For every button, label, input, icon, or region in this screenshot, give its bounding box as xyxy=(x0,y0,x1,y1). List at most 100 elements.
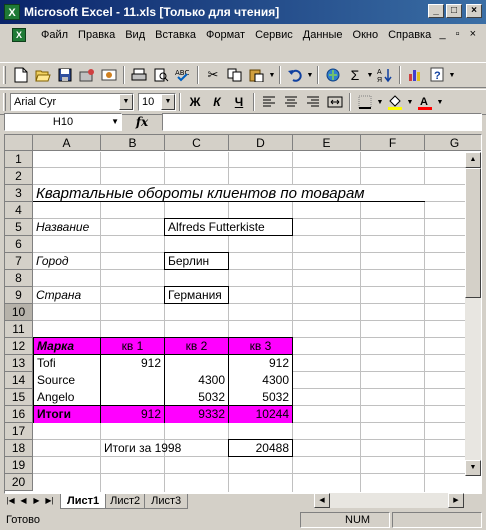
name-value-cell[interactable]: Alfreds Futterkiste xyxy=(164,218,293,236)
save-icon[interactable] xyxy=(54,64,76,86)
totals-label-cell[interactable]: Итоги xyxy=(34,406,100,423)
doc-close-button[interactable]: × xyxy=(470,28,476,40)
help-icon[interactable]: ? xyxy=(426,64,448,86)
row-header-13[interactable]: 13 xyxy=(5,355,33,372)
email-icon[interactable] xyxy=(98,64,120,86)
column-header-d[interactable]: D xyxy=(229,135,293,151)
horizontal-scrollbar[interactable]: ◀ ▶ xyxy=(314,493,464,508)
menu-help[interactable]: Справка xyxy=(383,29,436,41)
table-row[interactable]: Angelo xyxy=(34,389,100,406)
scroll-thumb[interactable] xyxy=(465,168,481,298)
select-all-button[interactable] xyxy=(5,135,33,151)
sheet-tab-2[interactable]: Лист2 xyxy=(103,493,148,509)
table-cell[interactable] xyxy=(101,389,164,406)
name-box[interactable]: H10 ▼ xyxy=(4,113,122,131)
doc-minimize-button[interactable]: _ xyxy=(440,28,446,40)
undo-dropdown-icon[interactable]: ▼ xyxy=(306,72,314,79)
row-header-8[interactable]: 8 xyxy=(5,270,33,287)
print-icon[interactable] xyxy=(128,64,150,86)
row-header-1[interactable]: 1 xyxy=(5,151,33,168)
row-header-7[interactable]: 7 xyxy=(5,253,33,270)
undo-icon[interactable] xyxy=(284,64,306,86)
table-cell[interactable] xyxy=(165,355,228,372)
chart-icon[interactable] xyxy=(404,64,426,86)
maximize-button[interactable]: □ xyxy=(446,4,462,18)
toolbar-grip[interactable] xyxy=(3,93,6,111)
row-header-12[interactable]: 12 xyxy=(5,338,33,355)
prev-sheet-icon[interactable]: ◀ xyxy=(17,494,30,508)
bold-button[interactable]: Ж xyxy=(184,91,206,113)
sheet-tab-1[interactable]: Лист1 xyxy=(60,493,107,509)
totals-q1-cell[interactable]: 912 xyxy=(101,406,164,423)
menu-data[interactable]: Данные xyxy=(298,29,348,41)
autosum-dropdown-icon[interactable]: ▼ xyxy=(366,72,374,79)
table-cell[interactable]: 912 xyxy=(229,355,292,372)
cut-icon[interactable]: ✂ xyxy=(202,64,224,86)
column-header-g[interactable]: G xyxy=(425,135,481,151)
year-total-value-cell[interactable]: 20488 xyxy=(228,439,293,457)
print-preview-icon[interactable] xyxy=(150,64,172,86)
excel-icon[interactable]: X xyxy=(4,4,20,20)
scroll-up-icon[interactable]: ▲ xyxy=(465,152,481,168)
font-name-select[interactable]: Arial Cyr ▼ xyxy=(10,93,134,111)
fill-color-icon[interactable] xyxy=(384,91,406,113)
new-icon[interactable] xyxy=(10,64,32,86)
toolbar-grip[interactable] xyxy=(3,66,6,84)
column-header-b[interactable]: B xyxy=(101,135,165,151)
last-sheet-icon[interactable]: ▶| xyxy=(43,494,56,508)
table-header-q1[interactable]: кв 1 xyxy=(101,338,164,355)
workbook-icon[interactable]: X xyxy=(12,28,26,42)
insert-function-icon[interactable]: fx xyxy=(122,115,162,129)
column-header-c[interactable]: C xyxy=(165,135,229,151)
column-header-e[interactable]: E xyxy=(293,135,361,151)
column-header-f[interactable]: F xyxy=(361,135,425,151)
font-size-select[interactable]: 10 ▼ xyxy=(138,93,176,111)
scroll-right-icon[interactable]: ▶ xyxy=(448,493,464,508)
row-header-18[interactable]: 18 xyxy=(5,440,33,457)
menu-view[interactable]: Вид xyxy=(120,29,150,41)
year-total-label-cell[interactable]: Итоги за 1998 xyxy=(101,440,228,457)
menu-tools[interactable]: Сервис xyxy=(250,29,298,41)
merge-center-icon[interactable] xyxy=(324,91,346,113)
table-cell[interactable]: 912 xyxy=(101,355,164,372)
font-color-dropdown-icon[interactable]: ▼ xyxy=(436,99,444,106)
table-row[interactable]: Source xyxy=(34,372,100,389)
row-header-2[interactable]: 2 xyxy=(5,168,33,185)
totals-q3-cell[interactable]: 10244 xyxy=(229,406,292,423)
row-header-5[interactable]: 5 xyxy=(5,219,33,236)
menu-file[interactable]: Файл xyxy=(36,29,73,41)
underline-button[interactable]: Ч xyxy=(228,91,250,113)
row-header-10[interactable]: 10 xyxy=(5,304,33,321)
table-cell[interactable]: 5032 xyxy=(229,389,292,406)
menu-insert[interactable]: Вставка xyxy=(150,29,201,41)
row-header-9[interactable]: 9 xyxy=(5,287,33,304)
scroll-down-icon[interactable]: ▼ xyxy=(465,460,481,476)
table-header-q3[interactable]: кв 3 xyxy=(229,338,292,355)
vertical-scrollbar[interactable]: ▲ ▼ xyxy=(465,152,481,476)
chevron-down-icon[interactable]: ▼ xyxy=(119,94,133,110)
worksheet-grid[interactable]: A B C D E F G 1 2 3 4 5 6 7 8 9 10 11 12… xyxy=(4,134,482,494)
font-color-icon[interactable]: A xyxy=(414,91,436,113)
open-icon[interactable] xyxy=(32,64,54,86)
row-header-14[interactable]: 14 xyxy=(5,372,33,389)
country-value-cell[interactable]: Германия xyxy=(164,286,229,304)
name-label-cell[interactable]: Название xyxy=(33,219,100,236)
row-header-16[interactable]: 16 xyxy=(5,406,33,423)
align-left-icon[interactable] xyxy=(258,91,280,113)
table-cell[interactable] xyxy=(101,372,164,389)
row-header-19[interactable]: 19 xyxy=(5,457,33,474)
copy-icon[interactable] xyxy=(224,64,246,86)
borders-dropdown-icon[interactable]: ▼ xyxy=(376,99,384,106)
row-header-6[interactable]: 6 xyxy=(5,236,33,253)
table-header-q2[interactable]: кв 2 xyxy=(165,338,228,355)
help-dropdown-icon[interactable]: ▼ xyxy=(448,72,456,79)
align-center-icon[interactable] xyxy=(280,91,302,113)
spelling-icon[interactable]: ABC xyxy=(172,64,194,86)
row-header-11[interactable]: 11 xyxy=(5,321,33,338)
chevron-down-icon[interactable]: ▼ xyxy=(111,114,119,130)
paste-icon[interactable] xyxy=(246,64,268,86)
fill-color-dropdown-icon[interactable]: ▼ xyxy=(406,99,414,106)
autosum-icon[interactable]: Σ xyxy=(344,64,366,86)
menu-edit[interactable]: Правка xyxy=(73,29,120,41)
row-header-17[interactable]: 17 xyxy=(5,423,33,440)
